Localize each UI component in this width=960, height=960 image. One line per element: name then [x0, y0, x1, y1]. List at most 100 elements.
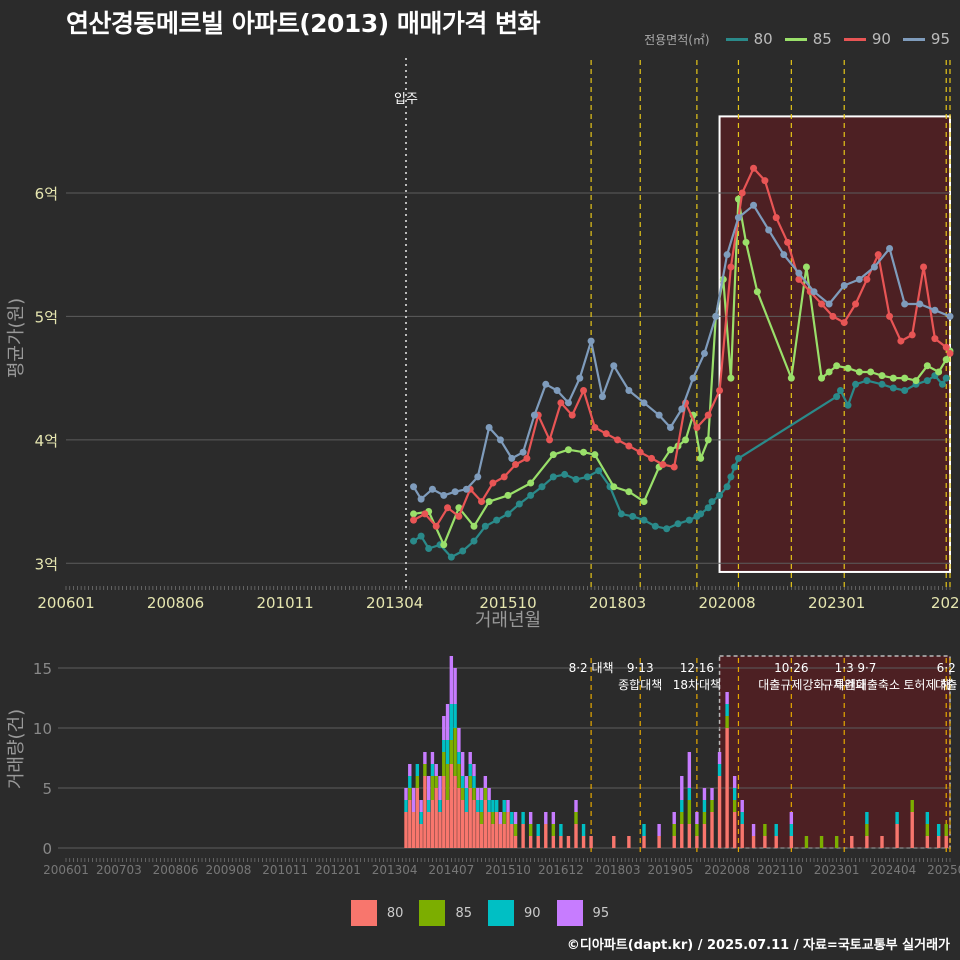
- policy-label-3-0: 10·26: [774, 661, 808, 675]
- bar-95-2014-09: [457, 728, 461, 752]
- data-point-90: [829, 312, 837, 320]
- bar-80-2015-06: [491, 824, 495, 848]
- bar-90-2024-05: [895, 812, 899, 824]
- bar-80-2017-04: [574, 824, 578, 848]
- bar-90-2015-06: [491, 800, 495, 812]
- bar-85-2019-12: [695, 824, 699, 836]
- bar-95-2019-06: [672, 812, 676, 824]
- bar-80-2015-07: [494, 812, 499, 848]
- data-point-80: [470, 537, 478, 545]
- bar-80-2013-12: [423, 776, 427, 848]
- bar-y-tick-label-1: 5: [42, 780, 52, 798]
- bar-80-2021-09: [774, 836, 778, 848]
- policy-label-7-1: 대출: [935, 678, 957, 692]
- y-tick-label-3: 6억: [35, 185, 58, 203]
- data-point-85: [889, 374, 897, 382]
- bar-90-2014-07: [449, 704, 454, 740]
- bar-legend-label-90: 90: [524, 905, 541, 921]
- bar-x-tick-label-5: 201201: [315, 863, 361, 877]
- bar-80-2016-06: [536, 836, 540, 848]
- bar-80-2024-09: [910, 812, 914, 848]
- data-point-95: [840, 282, 848, 290]
- data-point-90: [455, 512, 463, 520]
- bar-90-2017-06: [581, 824, 586, 836]
- bar-80-2021-03: [751, 836, 756, 848]
- bottom-legend: 80 85 90 95: [0, 900, 960, 926]
- data-point-80: [708, 498, 716, 506]
- data-point-90: [489, 479, 497, 487]
- bar-85-2019-08: [680, 812, 684, 824]
- data-point-80: [527, 491, 535, 499]
- data-point-90: [946, 349, 954, 357]
- data-point-85: [527, 479, 535, 487]
- data-point-85: [855, 368, 863, 376]
- data-point-95: [610, 362, 618, 370]
- x-tick-label-2: 201011: [256, 594, 313, 612]
- bar-80-2019-02: [657, 836, 661, 848]
- data-point-80: [515, 500, 523, 508]
- bar-80-2023-05: [850, 836, 854, 848]
- data-point-95: [508, 454, 516, 462]
- data-point-95: [666, 424, 674, 432]
- x-tick-label-0: 200601: [37, 594, 94, 612]
- data-point-85: [625, 488, 633, 496]
- bar-80-2014-05: [442, 776, 446, 848]
- bar-95-2020-08: [725, 692, 729, 704]
- data-point-90: [908, 331, 916, 339]
- data-point-90: [727, 263, 735, 271]
- bar-85-2014-09: [457, 764, 461, 788]
- data-point-80: [727, 473, 735, 481]
- bar-95-2013-08: [408, 764, 412, 776]
- data-point-85: [470, 522, 478, 530]
- bar-80-2014-02: [430, 800, 435, 848]
- bar-95-2019-10: [687, 752, 692, 788]
- data-point-90: [852, 300, 860, 308]
- data-point-95: [712, 312, 720, 320]
- bar-85-2015-03: [479, 812, 484, 824]
- data-point-95: [655, 411, 663, 419]
- bar-85-2020-10: [732, 800, 737, 812]
- data-point-95: [410, 483, 418, 491]
- bar-85-2016-04: [528, 824, 533, 836]
- bar-85-2014-05: [442, 752, 446, 776]
- bar-95-2017-04: [574, 800, 578, 812]
- data-point-85: [802, 263, 810, 271]
- bar-90-2015-01: [472, 776, 476, 788]
- bar-85-2016-10: [551, 824, 556, 836]
- bar-80-2025-04: [936, 836, 941, 848]
- bar-90-2014-09: [457, 752, 461, 764]
- data-point-80: [938, 380, 946, 388]
- data-point-90: [840, 319, 848, 327]
- x-tick-label-3: 201304: [366, 594, 423, 612]
- bar-85-2013-10: [415, 776, 420, 788]
- data-point-95: [428, 485, 436, 493]
- bar-95-2014-03: [434, 764, 438, 776]
- data-point-90: [478, 498, 486, 506]
- bar-95-2014-05: [442, 716, 446, 740]
- bar-y-axis-title: 거래량(건): [6, 709, 27, 789]
- bar-x-tick-label-8: 201510: [485, 863, 531, 877]
- data-point-85: [923, 362, 931, 370]
- data-point-90: [716, 386, 724, 394]
- bar-90-2025-01: [925, 812, 930, 824]
- bar-95-2019-02: [657, 824, 661, 836]
- bar-80-2025-01: [925, 836, 930, 848]
- data-point-80: [549, 473, 557, 481]
- data-point-80: [889, 384, 897, 392]
- bar-85-2014-02: [430, 776, 435, 800]
- bar-95-2015-03: [479, 788, 484, 800]
- bar-90-2025-04: [936, 824, 941, 836]
- data-point-80: [901, 386, 909, 394]
- bar-legend-item-80: 80: [350, 900, 403, 926]
- data-point-90: [523, 454, 531, 462]
- bar-80-2015-03: [479, 824, 484, 848]
- bar-85-2022-05: [804, 836, 809, 848]
- bar-x-tick-label-1: 200703: [96, 863, 142, 877]
- bar-80-2019-12: [695, 836, 699, 848]
- bar-95-2013-11: [419, 800, 423, 812]
- data-point-80: [561, 470, 569, 478]
- bar-85-2013-08: [408, 788, 412, 800]
- bar-90-2015-05: [487, 800, 491, 812]
- data-point-95: [946, 312, 954, 320]
- bar-95-2014-01: [426, 776, 431, 800]
